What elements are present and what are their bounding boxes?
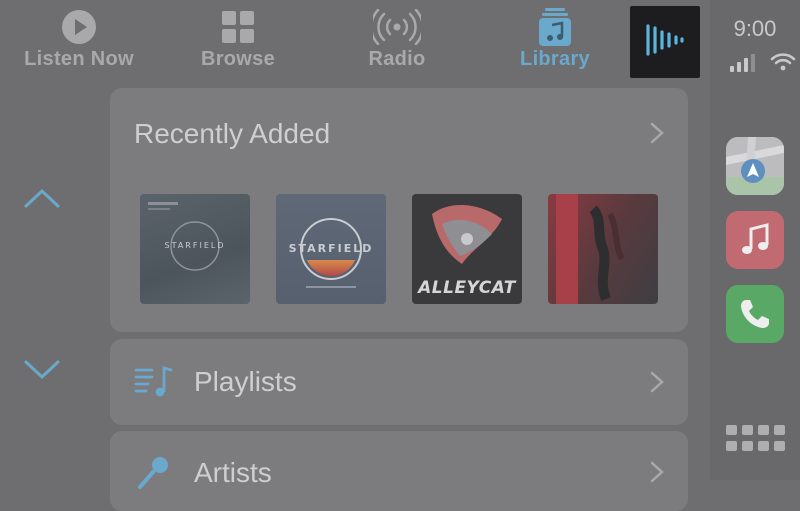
chevron-up-icon (24, 188, 60, 208)
tab-listen-now[interactable]: Listen Now (4, 6, 154, 80)
sidebar: 9:00 (710, 0, 800, 480)
now-playing-button[interactable] (630, 6, 700, 78)
grid-squares-icon (163, 6, 313, 48)
recently-added-section[interactable]: Recently Added STARFIELD STARFIELD ALLEY… (110, 88, 688, 332)
tab-bar: Listen Now Browse Radio Library (0, 0, 630, 84)
scroll-down-button[interactable] (24, 358, 60, 382)
microphone-icon (134, 455, 174, 494)
tab-label: Browse (200, 48, 276, 70)
album-cover[interactable]: STARFIELD (140, 194, 250, 304)
row-label: Playlists (194, 366, 297, 397)
album-cover[interactable]: ALLEYCAT (412, 194, 522, 304)
phone-app-icon[interactable] (726, 285, 784, 343)
play-circle-icon (4, 6, 154, 48)
artists-row[interactable]: Artists (110, 431, 688, 511)
tab-radio[interactable]: Radio (322, 6, 472, 80)
playlist-icon (134, 365, 174, 404)
now-playing-waveform-icon (645, 22, 685, 63)
tab-label: Library (520, 48, 590, 70)
tab-label: Radio (368, 48, 426, 70)
wifi-icon (770, 52, 796, 77)
row-label: Artists (194, 457, 272, 488)
tab-library[interactable]: Library (480, 6, 630, 80)
chevron-right-icon (650, 461, 664, 488)
scroll-up-button[interactable] (24, 186, 60, 210)
maps-app-icon[interactable] (726, 137, 784, 195)
radio-waves-icon (322, 6, 472, 48)
playlists-row[interactable]: Playlists (110, 339, 688, 425)
section-title: Recently Added (134, 118, 331, 149)
album-cover[interactable]: STARFIELD (276, 194, 386, 304)
album-row: STARFIELD STARFIELD ALLEYCAT (140, 194, 660, 304)
album-title: ALLEYCAT (418, 278, 516, 298)
music-app-icon[interactable] (726, 211, 784, 269)
chevron-right-icon (650, 371, 664, 398)
album-title: STARFIELD (164, 241, 226, 250)
cellular-signal-icon (730, 54, 756, 77)
tab-browse[interactable]: Browse (163, 6, 313, 80)
chevron-down-icon (24, 360, 60, 380)
status-time: 9:00 (733, 16, 777, 41)
album-cover[interactable] (548, 194, 658, 304)
album-title: STARFIELD (288, 242, 374, 255)
app-grid-button[interactable] (726, 425, 788, 451)
music-library-icon (480, 6, 630, 48)
chevron-right-icon (650, 122, 664, 149)
tab-label: Listen Now (24, 48, 134, 70)
